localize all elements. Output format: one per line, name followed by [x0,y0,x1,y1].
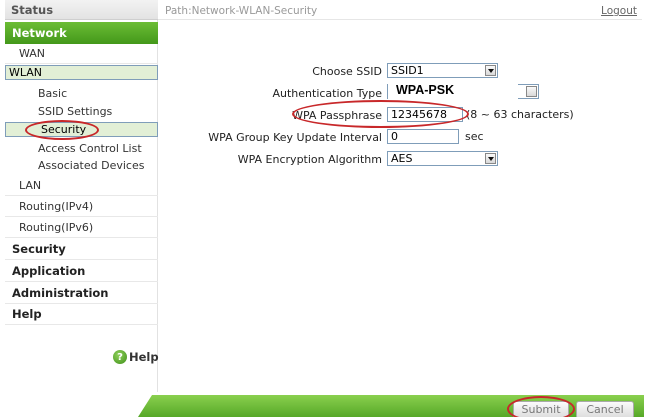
logout-link[interactable]: Logout [601,5,637,17]
sidebar-section-administration[interactable]: Administration [5,283,158,304]
sidebar-item-label: Routing(IPv6) [19,221,94,234]
sidebar-item-lan[interactable]: LAN [5,176,158,196]
choose-ssid-value: SSID1 [391,64,424,77]
passphrase-hint: (8 ~ 63 characters) [466,108,574,121]
sidebar-item-label: Access Control List [38,142,142,155]
sidebar-item-label: Security [41,123,87,136]
sidebar-section-security[interactable]: Security [5,239,158,260]
sidebar-section-application[interactable]: Application [5,261,158,282]
sidebar-item-label: Status [11,2,54,17]
help-icon: ? [113,350,127,364]
chevron-down-icon [485,153,496,164]
submit-button[interactable]: Submit [513,401,569,417]
sidebar-item-status[interactable]: Status [5,0,158,20]
sidebar-item-label: Application [12,264,86,278]
encryption-label: WPA Encryption Algorithm [237,153,382,166]
sidebar-section-help[interactable]: Help [5,304,158,325]
sidebar-item-label: Network [12,26,67,40]
sidebar-item-label: WAN [19,47,46,60]
sidebar-item-network[interactable]: Network [5,22,158,44]
encryption-value: AES [391,152,413,165]
sidebar-item-routing-ipv6[interactable]: Routing(IPv6) [5,218,158,238]
chevron-down-icon [526,86,537,97]
sidebar-item-label: Help [12,307,42,321]
sidebar-item-wan[interactable]: WAN [5,44,158,64]
help-button[interactable]: ? Help [113,350,159,364]
sidebar-item-access-control-list[interactable]: Access Control List [5,140,158,157]
group-key-input[interactable]: 0 [387,129,459,144]
choose-ssid-label: Choose SSID [312,65,382,78]
breadcrumb: Path:Network-WLAN-Security [165,5,318,17]
sidebar-item-wlan[interactable]: WLAN [5,65,158,80]
group-key-unit: sec [465,130,484,143]
sidebar-item-label: Security [12,242,66,256]
sidebar-item-label: Routing(IPv4) [19,200,94,213]
help-button-label: Help [129,350,159,364]
sidebar-item-label: Basic [38,87,68,100]
sidebar-item-label: LAN [19,179,42,192]
sidebar-item-ssid-settings[interactable]: SSID Settings [5,103,158,120]
sidebar-item-label: SSID Settings [38,105,113,118]
auth-type-label: Authentication Type [272,87,382,100]
passphrase-input[interactable]: 12345678 [387,107,463,122]
group-key-label: WPA Group Key Update Interval [208,131,382,144]
header-divider [158,19,642,20]
passphrase-label: WPA Passphrase [292,109,382,122]
choose-ssid-select[interactable]: SSID1 [387,63,498,78]
sidebar-item-security[interactable]: Security [5,122,158,137]
sidebar-item-associated-devices[interactable]: Associated Devices [5,157,158,174]
sidebar-item-label: Administration [12,286,109,300]
auth-type-value: WPA-PSK [396,83,455,97]
sidebar-item-routing-ipv4[interactable]: Routing(IPv4) [5,197,158,217]
chevron-down-icon [485,65,496,76]
cancel-button[interactable]: Cancel [576,401,634,417]
sidebar-item-label: Associated Devices [38,159,145,172]
sidebar-item-basic[interactable]: Basic [5,85,158,102]
sidebar-menu: Status Network WAN WLAN Basic SSID Setti… [5,0,159,392]
sidebar-item-label: WLAN [9,66,43,79]
encryption-select[interactable]: AES [387,151,498,166]
